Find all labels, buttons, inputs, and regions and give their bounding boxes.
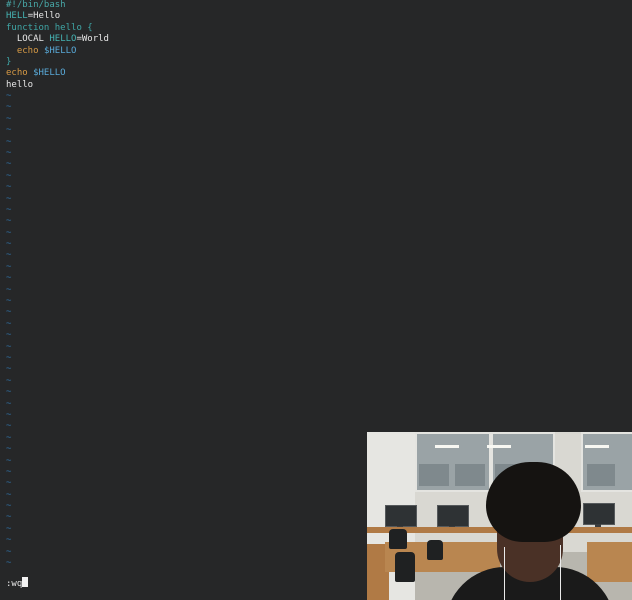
empty-line-tilde: ~ xyxy=(6,409,12,420)
command-text: :wq xyxy=(6,579,23,589)
empty-line-tilde: ~ xyxy=(6,330,12,341)
empty-line-tilde: ~ xyxy=(6,216,12,227)
code-line[interactable]: function hello { xyxy=(6,23,606,34)
empty-line-tilde: ~ xyxy=(6,535,12,546)
empty-line-tilde: ~ xyxy=(6,512,12,523)
webcam-earbud-wire xyxy=(560,545,561,600)
empty-line-tilde: ~ xyxy=(6,341,12,352)
empty-line-tilde: ~ xyxy=(6,307,12,318)
empty-line-tilde: ~ xyxy=(6,284,12,295)
code-token: echo xyxy=(6,68,34,79)
empty-line-tilde: ~ xyxy=(6,444,12,455)
code-token: hello xyxy=(6,79,34,90)
empty-line-tilde: ~ xyxy=(6,352,12,363)
webcam-chair xyxy=(389,529,407,549)
webcam-desk-right xyxy=(587,542,632,582)
code-token: } xyxy=(6,56,12,67)
webcam-earbud-wire xyxy=(504,547,505,600)
code-token: #!/bin/bash xyxy=(6,0,66,10)
empty-line-tilde: ~ xyxy=(6,318,12,329)
empty-line-tilde: ~ xyxy=(6,387,12,398)
empty-line-tilde: ~ xyxy=(6,296,12,307)
webcam-chair xyxy=(427,540,443,560)
code-token: LOCAL xyxy=(6,34,50,45)
empty-line-tilde: ~ xyxy=(6,227,12,238)
empty-line-tilde: ~ xyxy=(6,455,12,466)
empty-line-tilde: ~ xyxy=(6,113,12,124)
code-line[interactable]: hello xyxy=(6,80,606,91)
empty-line-tilde: ~ xyxy=(6,136,12,147)
webcam-light xyxy=(435,445,459,448)
empty-line-tilde: ~ xyxy=(6,193,12,204)
empty-line-tilde: ~ xyxy=(6,421,12,432)
empty-line-tilde: ~ xyxy=(6,91,12,101)
code-line[interactable]: } xyxy=(6,57,606,68)
code-line[interactable]: LOCAL HELLO=World xyxy=(6,34,606,45)
text-cursor xyxy=(22,577,29,587)
empty-line-tilde: ~ xyxy=(6,159,12,170)
empty-line-tilde: ~ xyxy=(6,182,12,193)
code-token: $HELLO xyxy=(33,68,66,79)
webcam-monitor xyxy=(437,505,469,527)
code-line[interactable]: #!/bin/bash xyxy=(6,0,606,11)
empty-line-tilde: ~ xyxy=(6,102,12,113)
empty-line-tilde: ~ xyxy=(6,398,12,409)
empty-line-markers: ~ ~ ~ ~ ~ ~ ~ ~ ~ ~ ~ ~ ~ ~ ~ ~ ~ ~ ~ ~ ~ ~ ~ ~ ~ ~ ~ ~ ~ ~ ~ ~ ~ ~ ~ ~ ~ ~ ~ ~… xyxy=(6,91,26,569)
command-line[interactable]: :wq xyxy=(6,577,29,589)
code-line[interactable]: echo $HELLO xyxy=(6,46,606,57)
empty-line-tilde: ~ xyxy=(6,375,12,386)
webcam-chair xyxy=(395,552,415,582)
code-token: HELL xyxy=(6,11,28,22)
empty-line-tilde: ~ xyxy=(6,478,12,489)
empty-line-tilde: ~ xyxy=(6,489,12,500)
code-area[interactable]: #!/bin/bash HELL=Hello function hello { LO… xyxy=(6,0,606,91)
code-line[interactable]: HELL=Hello xyxy=(6,11,606,22)
code-line[interactable]: echo $HELLO xyxy=(6,68,606,79)
empty-line-tilde: ~ xyxy=(6,250,12,261)
empty-line-tilde: ~ xyxy=(6,125,12,136)
webcam-monitor xyxy=(385,505,417,527)
code-token: =Hello xyxy=(27,11,61,22)
code-token: function hello { xyxy=(6,22,93,33)
empty-line-tilde: ~ xyxy=(6,204,12,215)
empty-line-tilde: ~ xyxy=(6,239,12,250)
empty-line-tilde: ~ xyxy=(6,501,12,512)
webcam-overlay xyxy=(367,432,632,600)
webcam-person-hair xyxy=(486,462,581,542)
empty-line-tilde: ~ xyxy=(6,546,12,557)
code-token: echo xyxy=(6,45,44,56)
empty-line-tilde: ~ xyxy=(6,558,12,569)
code-token: HELLO xyxy=(49,34,77,45)
empty-line-tilde: ~ xyxy=(6,432,12,443)
empty-line-tilde: ~ xyxy=(6,147,12,158)
webcam-window xyxy=(581,432,632,492)
webcam-window xyxy=(415,432,491,492)
code-token: =World xyxy=(76,34,109,45)
empty-line-tilde: ~ xyxy=(6,523,12,534)
webcam-light xyxy=(585,445,609,448)
webcam-monitor xyxy=(583,503,615,525)
webcam-light xyxy=(487,445,511,448)
code-token: $HELLO xyxy=(43,45,77,56)
empty-line-tilde: ~ xyxy=(6,170,12,181)
empty-line-tilde: ~ xyxy=(6,273,12,284)
empty-line-tilde: ~ xyxy=(6,261,12,272)
empty-line-tilde: ~ xyxy=(6,364,12,375)
empty-line-tilde: ~ xyxy=(6,466,12,477)
